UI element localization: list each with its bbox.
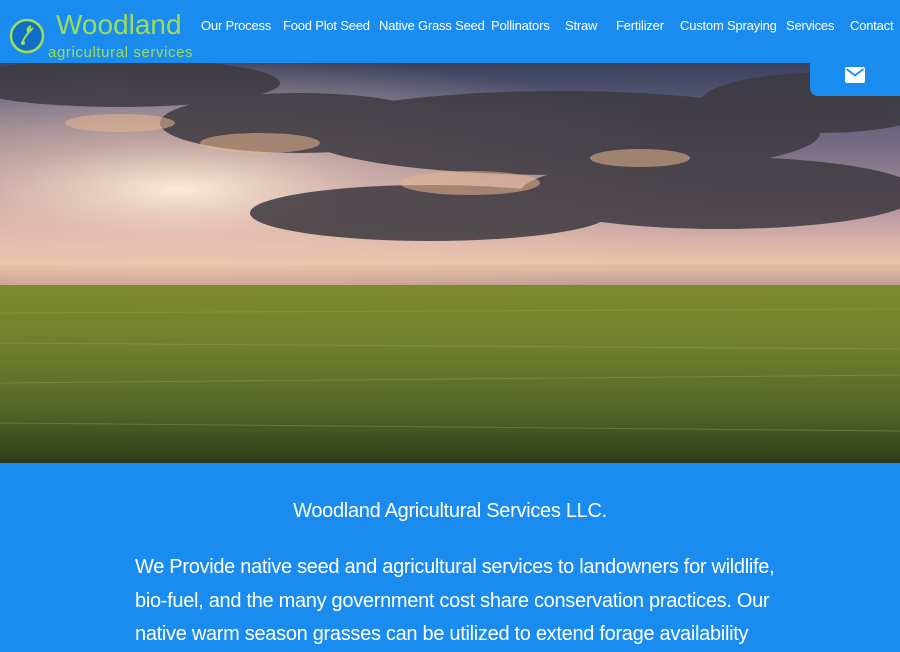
nav-item-food-plot-seed[interactable]: Food Plot Seed <box>283 18 370 33</box>
nav-item-custom-spraying[interactable]: Custom Spraying <box>680 18 777 33</box>
hero-landscape <box>0 63 900 463</box>
nav-item-straw[interactable]: Straw <box>565 18 597 33</box>
nav-item-native-grass-seed[interactable]: Native Grass Seed <box>379 18 485 33</box>
hero-image <box>0 63 900 463</box>
nav-item-contact[interactable]: Contact <box>850 18 894 33</box>
nav-item-pollinators[interactable]: Pollinators <box>491 18 550 33</box>
logo[interactable]: Woodland agricultural services <box>6 6 206 62</box>
intro-paragraph: We Provide native seed and agricultural … <box>135 556 775 645</box>
site-header: Woodland agricultural services Our Proce… <box>0 0 900 63</box>
company-name-heading: Woodland Agricultural Services LLC. <box>293 500 607 522</box>
envelope-icon <box>845 67 865 83</box>
intro-section: Woodland Agricultural Services LLC. We P… <box>0 463 900 650</box>
nav-item-fertilizer[interactable]: Fertilizer <box>616 18 664 33</box>
nav-item-our-process[interactable]: Our Process <box>201 18 271 33</box>
mail-button[interactable] <box>810 54 900 96</box>
brand-tagline: agricultural services <box>48 44 194 61</box>
nav-item-services[interactable]: Services <box>786 18 834 33</box>
leaf-logo-icon <box>9 18 45 54</box>
brand-name: Woodland <box>56 9 182 40</box>
